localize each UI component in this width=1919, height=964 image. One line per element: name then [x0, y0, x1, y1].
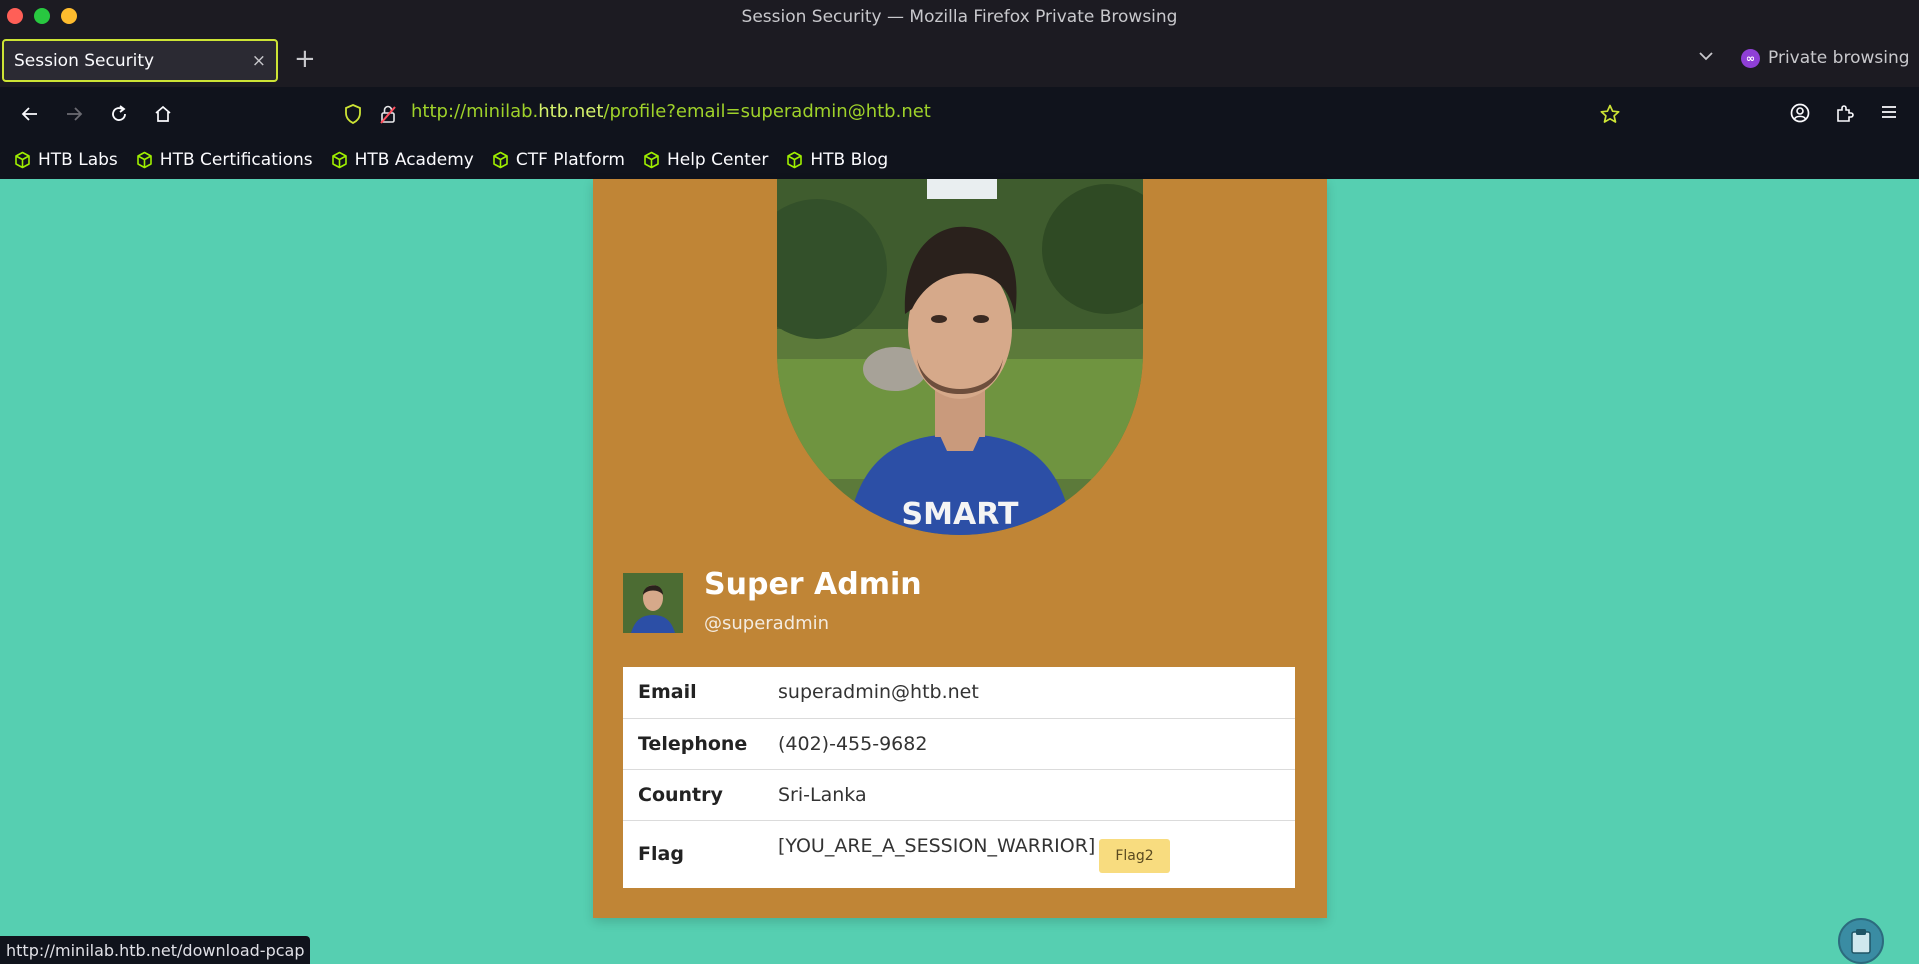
- bookmark-label: CTF Platform: [515, 150, 625, 170]
- minimize-window-button[interactable]: [61, 8, 77, 24]
- field-label: Telephone: [623, 718, 778, 770]
- window-titlebar: Session Security — Mozilla Firefox Priva…: [0, 0, 1919, 33]
- tab-label: Session Security: [14, 50, 155, 71]
- flag-cell: [YOU_ARE_A_SESSION_WARRIOR] Flag2: [778, 820, 1295, 888]
- star-icon: [1600, 104, 1620, 123]
- window-title: Session Security — Mozilla Firefox Priva…: [741, 6, 1178, 27]
- profile-handle: @superadmin: [704, 613, 830, 634]
- avatar-illustration: [623, 573, 683, 633]
- profile-details-table: Email superadmin@htb.net Telephone (402)…: [623, 667, 1295, 888]
- home-icon: [155, 105, 171, 122]
- bookmark-htb-certifications[interactable]: HTB Certifications: [136, 150, 313, 170]
- private-browsing-label: Private browsing: [1768, 48, 1910, 68]
- bookmarks-toolbar: HTB Labs HTB Certifications HTB Academy …: [0, 141, 1919, 179]
- cube-icon: [331, 151, 347, 169]
- url-host: htb.net: [538, 101, 604, 122]
- flag-badge: Flag2: [1099, 839, 1170, 874]
- private-mask-icon: ∞: [1741, 48, 1760, 68]
- url-bar[interactable]: http://minilab.htb.net/profile?email=sup…: [411, 101, 931, 122]
- insecure-lock-icon: [380, 105, 396, 124]
- clipboard-icon: [1851, 929, 1871, 954]
- table-row: Email superadmin@htb.net: [623, 667, 1295, 719]
- avatar: [623, 573, 683, 633]
- field-label: Flag: [638, 843, 684, 866]
- arrow-right-icon: [67, 107, 83, 121]
- bookmark-htb-labs[interactable]: HTB Labs: [14, 150, 118, 170]
- clipboard-button[interactable]: [1838, 918, 1884, 964]
- new-tab-button[interactable]: +: [294, 44, 316, 74]
- bookmark-ctf-platform[interactable]: CTF Platform: [492, 150, 625, 170]
- country-value: Sri-Lanka: [778, 769, 1295, 821]
- field-label: Country: [623, 769, 778, 821]
- bookmark-help-center[interactable]: Help Center: [643, 150, 768, 170]
- forward-button[interactable]: [62, 102, 86, 126]
- bookmark-label: Help Center: [666, 150, 769, 170]
- tracking-protection-button[interactable]: [342, 102, 364, 126]
- bookmark-label: HTB Academy: [354, 150, 474, 170]
- app-menu-button[interactable]: [1879, 102, 1899, 126]
- status-bar-link-preview: http://minilab.htb.net/download-pcap: [0, 936, 311, 964]
- back-button[interactable]: [18, 102, 42, 126]
- list-all-tabs-button[interactable]: [1697, 47, 1715, 69]
- cube-icon: [644, 151, 659, 169]
- cube-icon: [15, 151, 30, 169]
- url-path: /profile?email=superadmin@htb.net: [603, 101, 931, 122]
- shield-icon: [345, 104, 361, 124]
- private-browsing-indicator: ∞ Private browsing: [1741, 48, 1910, 68]
- table-row: Country Sri-Lanka: [623, 769, 1295, 821]
- flag-value: [YOU_ARE_A_SESSION_WARRIOR]: [778, 835, 1096, 858]
- navigation-toolbar: http://minilab.htb.net/profile?email=sup…: [0, 87, 1919, 141]
- bookmark-htb-blog[interactable]: HTB Blog: [786, 150, 888, 170]
- account-icon: [1790, 103, 1810, 123]
- account-button[interactable]: [1789, 102, 1811, 128]
- chevron-down-icon: [1699, 52, 1713, 61]
- tab-bar: Session Security × + ∞ Private browsing: [0, 33, 1919, 87]
- person-photo-illustration: SMART: [777, 179, 1143, 535]
- table-row: Flag [YOU_ARE_A_SESSION_WARRIOR] Flag2: [623, 820, 1295, 888]
- cube-icon: [136, 151, 152, 169]
- shirt-text: SMART: [902, 497, 1019, 532]
- table-row: Telephone (402)-455-9682: [623, 718, 1295, 770]
- profile-cover-photo: SMART: [777, 179, 1143, 535]
- hamburger-menu-icon: [1882, 106, 1896, 118]
- reload-icon: [112, 105, 126, 121]
- maximize-window-button[interactable]: [34, 8, 50, 24]
- email-value: superadmin@htb.net: [778, 667, 1295, 719]
- bookmark-htb-academy[interactable]: HTB Academy: [331, 150, 474, 170]
- bookmark-label: HTB Certifications: [159, 150, 313, 170]
- profile-card: SMART Super Admin @superadmin Email supe…: [593, 179, 1327, 918]
- bookmark-page-button[interactable]: [1599, 102, 1621, 126]
- telephone-value: (402)-455-9682: [778, 718, 1295, 770]
- reload-button[interactable]: [107, 102, 131, 126]
- extensions-button[interactable]: [1834, 102, 1856, 128]
- url-prefix: http://minilab.: [411, 101, 539, 122]
- profile-name: Super Admin: [704, 567, 922, 602]
- close-window-button[interactable]: [7, 8, 23, 24]
- site-security-button[interactable]: [377, 102, 399, 126]
- close-tab-icon[interactable]: ×: [252, 51, 266, 71]
- cube-icon: [493, 151, 508, 169]
- puzzle-icon: [1837, 105, 1854, 122]
- tab-session-security[interactable]: Session Security ×: [2, 39, 278, 82]
- home-button[interactable]: [151, 102, 175, 126]
- bookmark-label: HTB Labs: [38, 150, 118, 170]
- cube-icon: [787, 151, 803, 169]
- bookmark-label: HTB Blog: [810, 150, 889, 170]
- window-controls: [7, 8, 77, 24]
- field-label: Email: [623, 667, 778, 719]
- arrow-left-icon: [21, 107, 37, 121]
